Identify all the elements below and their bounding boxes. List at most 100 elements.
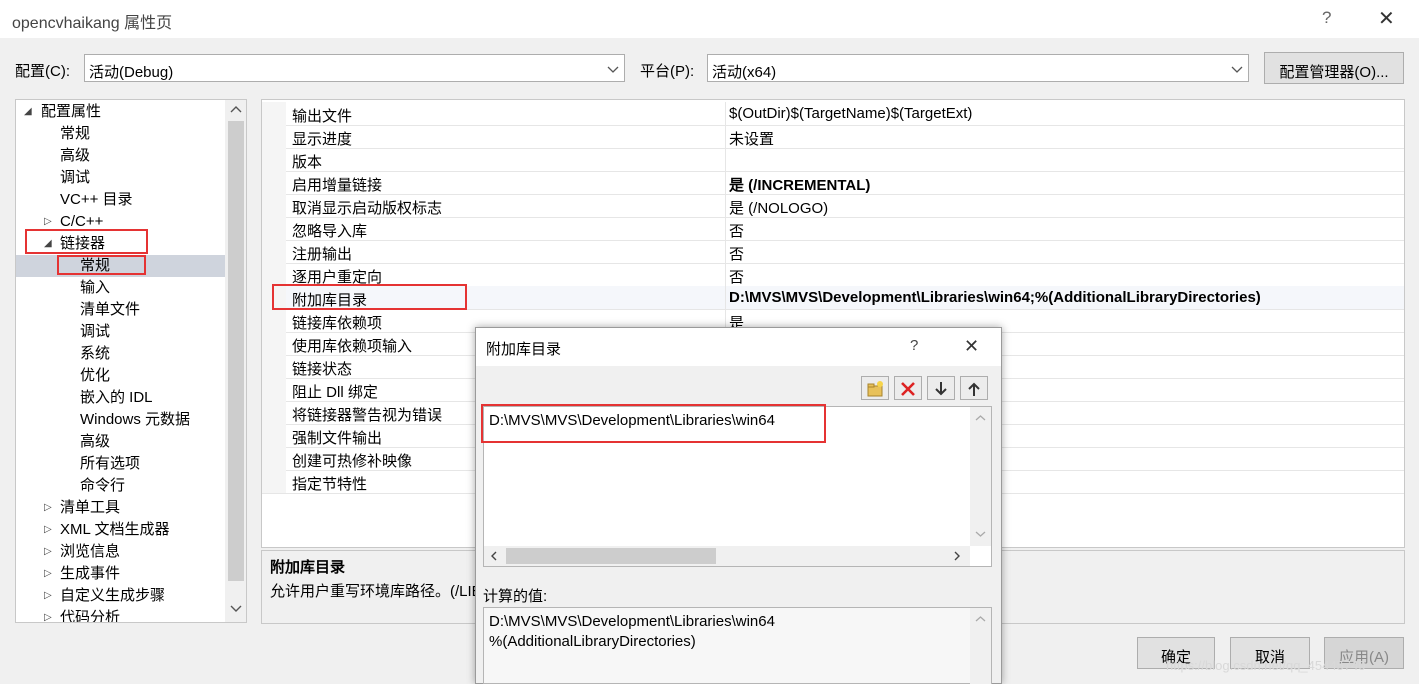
new-line-button[interactable] [861,376,889,400]
tree-item-optimization[interactable]: 优化 [80,365,110,387]
tree-item-browse-info[interactable]: ▷ 浏览信息 [16,541,226,563]
dialog-help-button[interactable]: ? [910,337,918,354]
column-divider [725,263,726,286]
grid-row[interactable]: 忽略导入库 否 [262,217,1404,241]
property-name: 指定节特性 [292,476,368,493]
property-name: 取消显示启动版权标志 [292,200,443,217]
property-name: 使用库依赖项输入 [292,338,413,355]
column-divider [725,217,726,240]
row-gutter [262,378,286,401]
grid-row[interactable]: 显示进度 未设置 [262,125,1404,149]
property-name: 显示进度 [292,131,353,148]
property-name: 忽略导入库 [292,223,368,240]
row-gutter [262,102,286,125]
tree-root[interactable]: ◢ 配置属性 [16,101,226,123]
delete-icon [901,382,915,396]
tree-item-build-events[interactable]: ▷ 生成事件 [16,563,226,585]
grid-row[interactable]: 取消显示启动版权标志 是 (/NOLOGO) [262,194,1404,218]
row-gutter [262,148,286,171]
dialog-close-button[interactable]: ✕ [964,336,979,357]
collapsed-arrow-icon[interactable]: ▷ [44,607,52,622]
tree-item-linker-advanced[interactable]: 高级 [80,431,110,453]
tree-item-general[interactable]: 常规 [60,123,90,145]
description-title: 附加库目录 [270,559,346,576]
scroll-right-icon[interactable] [950,546,964,566]
scroll-down-icon[interactable] [229,603,243,615]
property-name: 注册输出 [292,246,353,263]
scroll-up-icon[interactable] [970,411,991,425]
collapsed-arrow-icon[interactable]: ▷ [44,497,52,519]
tree-item-all-options[interactable]: 所有选项 [80,453,140,475]
highlight-additional-lib-dirs [272,284,467,310]
property-name: 链接状态 [292,361,353,378]
property-name: 版本 [292,154,323,171]
tree-item-input[interactable]: 输入 [80,277,110,299]
move-down-button[interactable] [927,376,955,400]
delete-button[interactable] [894,376,922,400]
tree-item-manifest-file[interactable]: 清单文件 [80,299,140,321]
platform-combo[interactable]: 活动(x64) [707,54,1249,82]
collapsed-arrow-icon[interactable]: ▷ [44,541,52,563]
title-bar: opencvhaikang 属性页 ? ✕ [0,0,1419,38]
property-value[interactable]: D:\MVS\MVS\Development\Libraries\win64;%… [729,289,1261,306]
chevron-down-icon [607,66,619,73]
tree-item-code-analysis[interactable]: ▷ 代码分析 [16,607,226,623]
config-value: 活动(Debug) [89,64,174,81]
list-vertical-scrollbar[interactable] [970,407,991,546]
grid-row[interactable]: 版本 [262,148,1404,172]
tree-item-command-line[interactable]: 命令行 [80,475,125,497]
collapsed-arrow-icon[interactable]: ▷ [44,519,52,541]
close-button[interactable]: ✕ [1378,6,1395,31]
grid-row[interactable]: 输出文件 $(OutDir)$(TargetName)$(TargetExt) [262,102,1404,126]
computed-line: %(AdditionalLibraryDirectories) [489,633,696,650]
row-gutter [262,309,286,332]
tree-item-advanced[interactable]: 高级 [60,145,90,167]
property-tree: ◢ 配置属性 常规 高级 调试 VC++ 目录 ▷ C/C++ ◢ 链接器 常规… [15,99,247,623]
collapsed-arrow-icon[interactable]: ▷ [44,563,52,585]
column-divider [725,148,726,171]
config-manager-label: 配置管理器(O)... [1279,64,1389,81]
move-up-button[interactable] [960,376,988,400]
config-combo[interactable]: 活动(Debug) [84,54,625,82]
tree-item-xml-doc[interactable]: ▷ XML 文档生成器 [16,519,226,541]
computed-label: 计算的值: [483,588,548,605]
grid-row[interactable]: 启用增量链接 是 (/INCREMENTAL) [262,171,1404,195]
tree-item-debugging[interactable]: 调试 [60,167,90,189]
collapsed-arrow-icon[interactable]: ▷ [44,585,52,607]
grid-row[interactable]: 注册输出 否 [262,240,1404,264]
computed-line: D:\MVS\MVS\Development\Libraries\win64 [489,613,775,630]
property-name: 阻止 Dll 绑定 [292,384,378,401]
list-horizontal-scrollbar[interactable] [484,546,970,566]
property-value: $(OutDir)$(TargetName)$(TargetExt) [729,105,973,122]
column-divider [725,125,726,148]
help-button[interactable]: ? [1322,8,1331,28]
computed-scrollbar[interactable] [970,608,991,684]
description-text: 允许用户重写环境库路径。(/LIB [270,583,482,600]
tree-scroll-thumb[interactable] [228,121,244,581]
expanded-arrow-icon[interactable]: ◢ [24,101,32,123]
horizontal-scroll-thumb[interactable] [506,548,716,564]
row-gutter [262,332,286,355]
dialog-title-bar: 附加库目录 ? ✕ [476,328,1001,366]
property-name: 强制文件输出 [292,430,383,447]
tree-item-vc-directories[interactable]: VC++ 目录 [60,189,133,211]
config-manager-button[interactable]: 配置管理器(O)... [1264,52,1404,84]
scroll-up-icon[interactable] [229,103,243,115]
tree-item-label: 代码分析 [60,609,121,623]
scroll-left-icon[interactable] [487,546,501,566]
tree-item-manifest-tool[interactable]: ▷ 清单工具 [16,497,226,519]
property-value: 否 [729,269,745,286]
property-value: 否 [729,223,745,240]
tree-item-linker-debugging[interactable]: 调试 [80,321,110,343]
tree-item-windows-metadata[interactable]: Windows 元数据 [80,409,190,431]
tree-item-system[interactable]: 系统 [80,343,110,365]
tree-item-embedded-idl[interactable]: 嵌入的 IDL [80,387,153,409]
row-gutter [262,194,286,217]
scroll-down-icon[interactable] [970,527,991,541]
column-divider [725,171,726,194]
property-name: 链接库依赖项 [292,315,383,332]
tree-item-custom-build[interactable]: ▷ 自定义生成步骤 [16,585,226,607]
property-name: 输出文件 [292,108,353,125]
scroll-up-icon[interactable] [970,612,991,626]
move-up-icon [968,382,980,396]
